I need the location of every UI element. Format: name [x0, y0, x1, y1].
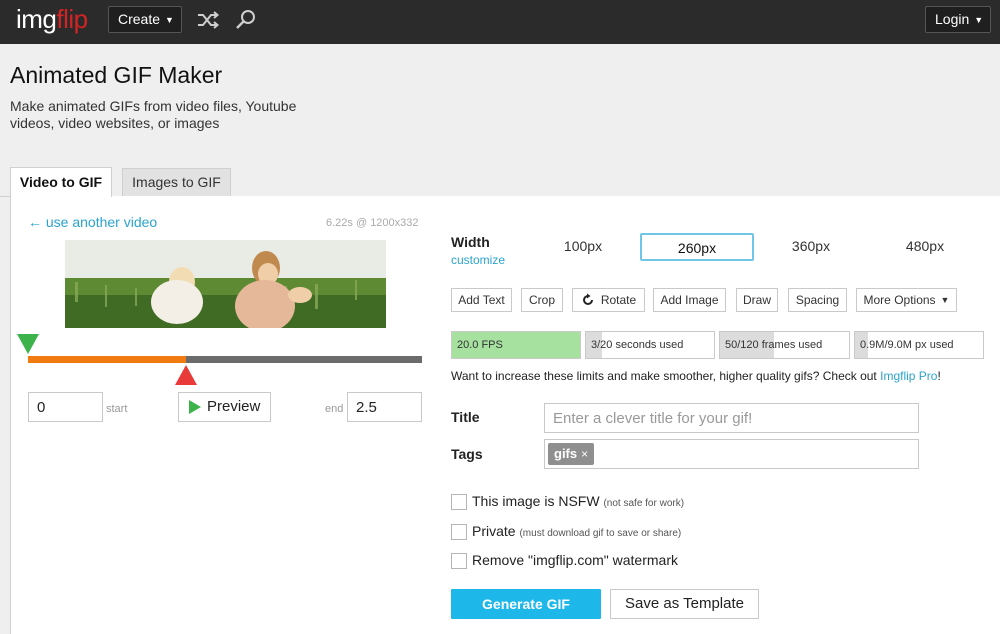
- video-preview-image: [65, 240, 386, 328]
- title-input[interactable]: [544, 403, 919, 433]
- private-label: Private: [472, 523, 516, 539]
- imgflip-pro-link[interactable]: Imgflip Pro: [880, 369, 937, 383]
- start-time-input[interactable]: [28, 392, 103, 422]
- fps-meter: 20.0 FPS: [451, 331, 581, 359]
- end-label: end: [325, 403, 344, 415]
- width-option-100px[interactable]: 100px: [526, 233, 640, 261]
- save-as-template-button[interactable]: Save as Template: [610, 589, 759, 619]
- spacing-button[interactable]: Spacing: [788, 288, 847, 312]
- nsfw-option-text: This image is NSFW (not safe for work): [472, 493, 684, 509]
- private-option-text: Private (must download gif to save or sh…: [472, 523, 681, 539]
- width-option-480px[interactable]: 480px: [868, 233, 982, 261]
- create-menu-button[interactable]: Create ▼: [108, 6, 182, 33]
- tags-label: Tags: [451, 446, 483, 462]
- frames-meter: 50/120 frames used: [719, 331, 850, 359]
- video-meta: 6.22s @ 1200x332: [326, 217, 419, 229]
- meter-text: 50/120 frames used: [725, 339, 823, 351]
- rotate-button[interactable]: Rotate: [572, 288, 645, 312]
- more-options-label: More Options: [863, 293, 936, 307]
- meter-text: 0.9M/9.0M px used: [860, 339, 954, 351]
- start-label: start: [106, 403, 128, 415]
- search-icon[interactable]: [234, 9, 258, 31]
- draw-button[interactable]: Draw: [736, 288, 778, 312]
- crop-button[interactable]: Crop: [521, 288, 563, 312]
- rotate-icon: [582, 293, 593, 305]
- add-image-button[interactable]: Add Image: [653, 288, 726, 312]
- timeline-selection: [28, 356, 186, 363]
- more-options-button[interactable]: More Options ▼: [856, 288, 957, 312]
- logo-text-img: img: [16, 4, 57, 34]
- watermark-label: Remove "imgflip.com" watermark: [472, 552, 678, 568]
- width-option-260px[interactable]: 260px: [640, 233, 754, 261]
- login-button[interactable]: Login ▼: [925, 6, 991, 33]
- tab-video-to-gif[interactable]: Video to GIF: [10, 167, 112, 197]
- shuffle-icon[interactable]: [196, 9, 220, 31]
- timeline-track[interactable]: [28, 356, 422, 363]
- nsfw-label: This image is NSFW: [472, 493, 600, 509]
- upgrade-text-end: !: [937, 369, 941, 383]
- chevron-down-icon: ▼: [165, 15, 174, 25]
- page-title: Animated GIF Maker: [10, 62, 223, 88]
- title-label: Title: [451, 409, 480, 425]
- upgrade-text: Want to increase these limits and make s…: [451, 369, 881, 383]
- use-another-video-link[interactable]: ← use another video: [28, 214, 157, 230]
- tag-text: gifs: [554, 446, 578, 461]
- generate-gif-button[interactable]: Generate GIF: [451, 589, 601, 619]
- width-option-360px[interactable]: 360px: [754, 233, 868, 261]
- private-note: (must download gif to save or share): [519, 528, 682, 539]
- remove-tag-icon[interactable]: ×: [581, 447, 588, 461]
- imgflip-logo[interactable]: imgflip: [16, 5, 88, 33]
- create-label: Create: [118, 11, 161, 27]
- end-marker-handle[interactable]: [175, 365, 197, 385]
- upgrade-notice: Want to increase these limits and make s…: [451, 369, 941, 383]
- page-subtitle: Make animated GIFs from video files, You…: [10, 98, 297, 131]
- add-text-button[interactable]: Add Text: [451, 288, 512, 312]
- preview-label: Preview: [207, 398, 261, 415]
- tags-input[interactable]: gifs ×: [544, 439, 919, 469]
- chevron-down-icon: ▼: [974, 15, 984, 25]
- tag-chip: gifs ×: [548, 443, 595, 465]
- rotate-label: Rotate: [600, 293, 637, 307]
- watermark-checkbox[interactable]: [451, 553, 467, 569]
- top-navbar: imgflip Create ▼ Login ▼: [0, 0, 1000, 44]
- seconds-meter: 3/20 seconds used: [585, 331, 715, 359]
- login-label: Login: [935, 11, 970, 27]
- chevron-down-icon: ▼: [940, 295, 950, 305]
- end-time-input[interactable]: [347, 392, 422, 422]
- meter-text: 20.0 FPS: [457, 339, 503, 351]
- meter-text: 3/20 seconds used: [591, 339, 684, 351]
- logo-text-flip: flip: [56, 4, 88, 34]
- play-icon: [189, 400, 201, 414]
- start-marker-handle[interactable]: [17, 334, 39, 354]
- private-checkbox[interactable]: [451, 524, 467, 540]
- nsfw-checkbox[interactable]: [451, 494, 467, 510]
- width-label: Width: [451, 234, 490, 250]
- preview-button[interactable]: Preview: [178, 392, 271, 422]
- tab-images-to-gif[interactable]: Images to GIF: [122, 168, 231, 196]
- customize-width-link[interactable]: customize: [451, 253, 505, 267]
- pixels-meter: 0.9M/9.0M px used: [854, 331, 984, 359]
- video-frame-illustration: [65, 240, 386, 328]
- nsfw-note: (not safe for work): [603, 498, 685, 509]
